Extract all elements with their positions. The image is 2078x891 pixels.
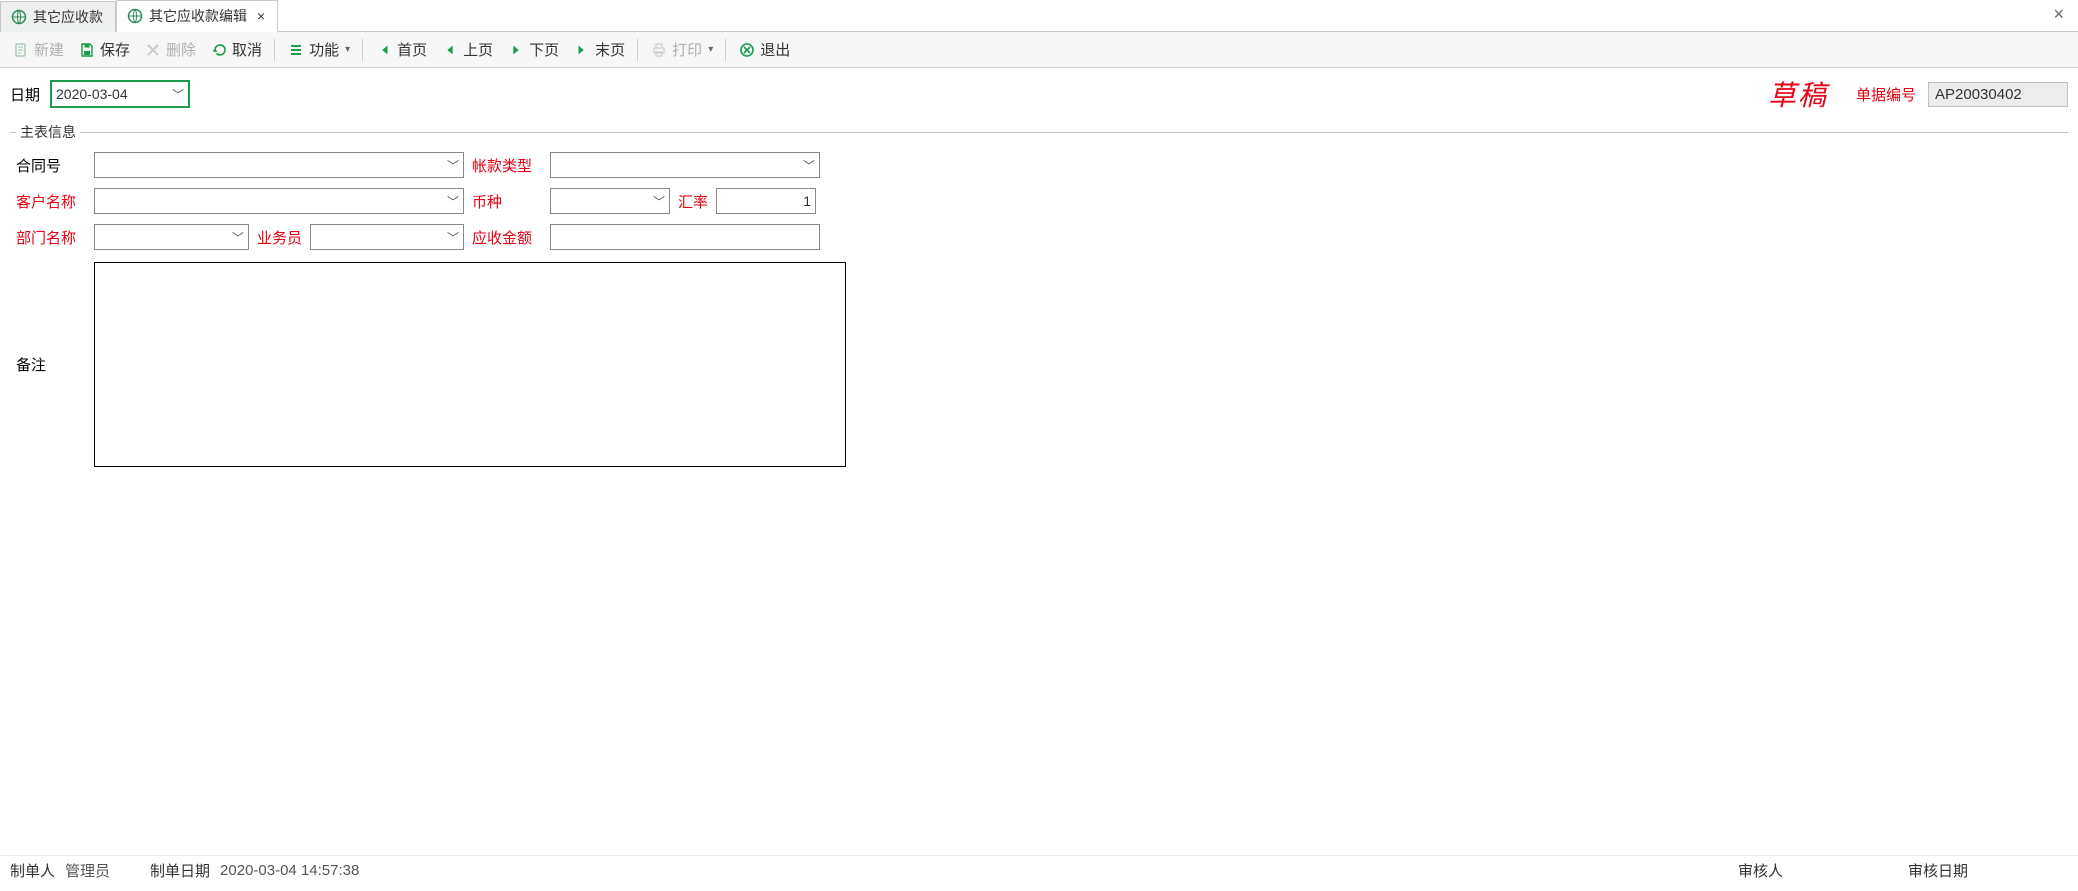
chevron-down-icon: ﹀ (447, 193, 459, 210)
toolbar-label: 新建 (34, 39, 64, 60)
auditor-label: 审核人 (1738, 860, 1783, 881)
function-button[interactable]: 功能 ▾ (281, 36, 356, 63)
new-button[interactable]: 新建 (6, 36, 70, 63)
globe-icon (11, 9, 27, 25)
maker-label: 制单人 (10, 860, 55, 881)
toolbar-label: 取消 (232, 39, 262, 60)
dept-select[interactable]: ﹀ (94, 224, 249, 250)
header-row: 日期 2020-03-04 ﹀ 草稿 单据编号 AP20030402 (0, 68, 2078, 116)
next-icon (507, 41, 525, 59)
acct-type-select[interactable]: ﹀ (550, 152, 820, 178)
amount-label: 应收金额 (472, 227, 542, 248)
main-info-fieldset: 主表信息 合同号 ﹀ 帐款类型 ﹀ 客户名称 ﹀ 币种 (10, 122, 2068, 473)
toolbar-label: 末页 (595, 39, 625, 60)
cancel-button[interactable]: 取消 (204, 36, 268, 63)
last-page-button[interactable]: 末页 (567, 36, 631, 63)
separator (725, 39, 726, 61)
new-icon (12, 41, 30, 59)
customer-label: 客户名称 (16, 191, 86, 212)
save-icon (78, 41, 96, 59)
chevron-down-icon: ﹀ (172, 86, 184, 103)
delete-icon (144, 41, 162, 59)
toolbar: 新建 保存 删除 取消 功能 ▾ 首页 上页 (0, 32, 2078, 68)
audit-date-label: 审核日期 (1908, 860, 1968, 881)
prev-icon (441, 41, 459, 59)
remark-label: 备注 (16, 354, 86, 375)
print-button[interactable]: 打印 ▾ (644, 36, 719, 63)
toolbar-label: 删除 (166, 39, 196, 60)
date-label: 日期 (10, 84, 40, 105)
currency-label: 币种 (472, 191, 542, 212)
currency-select[interactable]: ﹀ (550, 188, 670, 214)
maker-date-value: 2020-03-04 14:57:38 (220, 862, 359, 879)
toolbar-label: 退出 (760, 39, 790, 60)
tab-label: 其它应收款编辑 (149, 6, 247, 26)
chevron-down-icon: ﹀ (232, 229, 244, 246)
separator (362, 39, 363, 61)
legend: 主表信息 (16, 122, 80, 142)
date-value: 2020-03-04 (56, 86, 128, 102)
first-page-button[interactable]: 首页 (369, 36, 433, 63)
rate-input[interactable]: 1 (716, 188, 816, 214)
tab-label: 其它应收款 (33, 7, 103, 27)
prev-page-button[interactable]: 上页 (435, 36, 499, 63)
sales-select[interactable]: ﹀ (310, 224, 464, 250)
chevron-down-icon: ﹀ (447, 229, 459, 246)
sales-label: 业务员 (257, 227, 302, 248)
contract-label: 合同号 (16, 155, 86, 176)
chevron-down-icon: ﹀ (803, 157, 815, 174)
chevron-down-icon: ﹀ (653, 193, 665, 210)
chevron-down-icon: ▾ (345, 44, 350, 55)
globe-icon (127, 8, 143, 24)
separator (637, 39, 638, 61)
tab-bar: 其它应收款 其它应收款编辑 × × (0, 0, 2078, 32)
rate-label: 汇率 (678, 191, 708, 212)
footer-row: 制单人 管理员 制单日期 2020-03-04 14:57:38 审核人 审核日… (0, 855, 2078, 885)
next-page-button[interactable]: 下页 (501, 36, 565, 63)
contract-select[interactable]: ﹀ (94, 152, 464, 178)
docno-value: AP20030402 (1935, 86, 2022, 103)
undo-icon (210, 41, 228, 59)
delete-button[interactable]: 删除 (138, 36, 202, 63)
window-close-icon[interactable]: × (2047, 4, 2070, 25)
tab-other-receivables-edit[interactable]: 其它应收款编辑 × (116, 0, 278, 32)
list-icon (287, 41, 305, 59)
remark-textarea[interactable] (94, 262, 846, 467)
toolbar-label: 保存 (100, 39, 130, 60)
toolbar-label: 功能 (309, 39, 339, 60)
chevron-down-icon: ▾ (708, 44, 713, 55)
date-select[interactable]: 2020-03-04 ﹀ (50, 80, 190, 108)
rate-value: 1 (803, 193, 811, 209)
customer-select[interactable]: ﹀ (94, 188, 464, 214)
maker-date-label: 制单日期 (150, 860, 210, 881)
amount-input[interactable] (550, 224, 820, 250)
last-icon (573, 41, 591, 59)
separator (274, 39, 275, 61)
status-badge: 草稿 (1768, 74, 1828, 114)
docno-input[interactable]: AP20030402 (1928, 82, 2068, 107)
tab-other-receivables[interactable]: 其它应收款 (0, 1, 116, 32)
maker-value: 管理员 (65, 860, 110, 881)
exit-icon (738, 41, 756, 59)
first-icon (375, 41, 393, 59)
exit-button[interactable]: 退出 (732, 36, 796, 63)
toolbar-label: 下页 (529, 39, 559, 60)
save-button[interactable]: 保存 (72, 36, 136, 63)
toolbar-label: 首页 (397, 39, 427, 60)
print-icon (650, 41, 668, 59)
dept-label: 部门名称 (16, 227, 86, 248)
toolbar-label: 上页 (463, 39, 493, 60)
acct-type-label: 帐款类型 (472, 155, 542, 176)
chevron-down-icon: ﹀ (447, 157, 459, 174)
close-icon[interactable]: × (257, 8, 265, 24)
docno-label: 单据编号 (1856, 84, 1916, 105)
toolbar-label: 打印 (672, 39, 702, 60)
